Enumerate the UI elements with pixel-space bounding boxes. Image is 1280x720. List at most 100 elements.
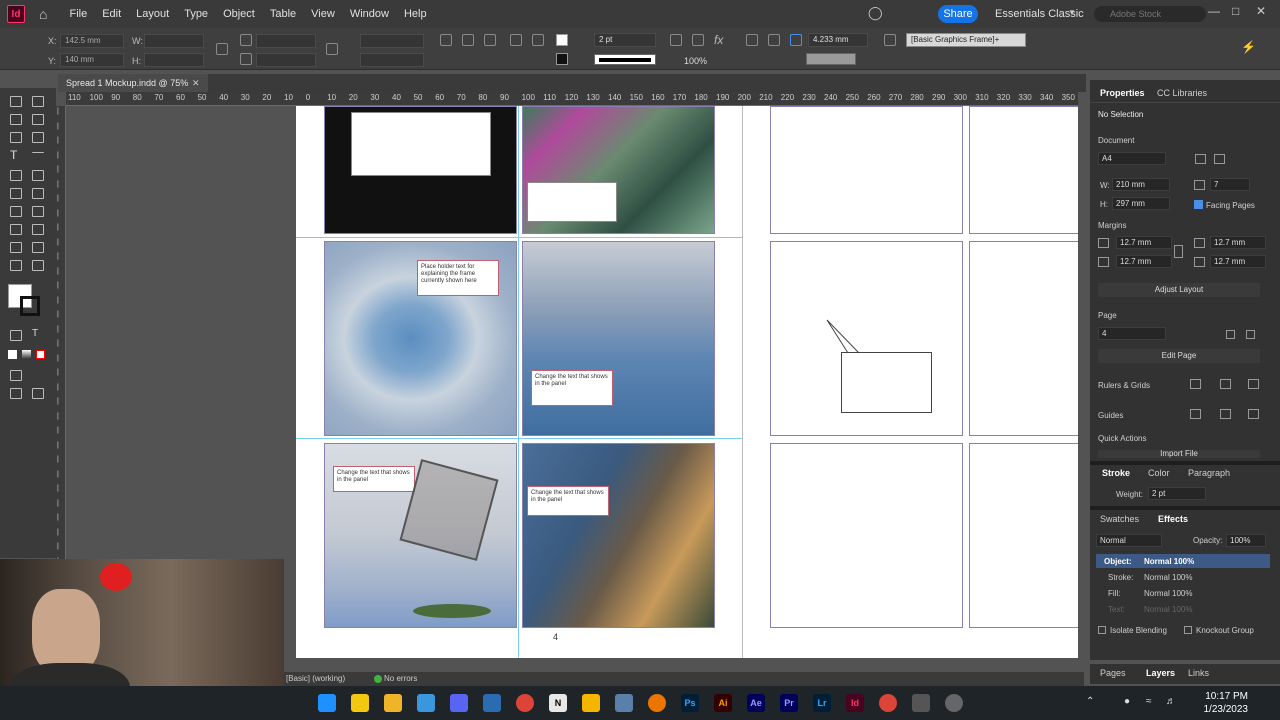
close-tab-icon[interactable]: ✕ — [192, 74, 200, 92]
fit-content-icon[interactable] — [692, 34, 704, 46]
opacity-percent[interactable]: 100% — [684, 56, 707, 66]
object-style-select[interactable]: [Basic Graphics Frame]+ — [906, 33, 1026, 47]
document-tab[interactable]: Spread 1 Mockup.indd @ 75% ✕ — [58, 74, 208, 92]
gradient-feather-tool-icon[interactable] — [32, 224, 44, 235]
panel-text-frame-4[interactable]: Change the text that shows in the panel — [527, 486, 609, 516]
tab-stroke[interactable]: Stroke — [1102, 468, 1130, 478]
h-field[interactable] — [144, 53, 204, 67]
placeholder-text-frame[interactable]: Place holder text for explaining the fra… — [417, 260, 499, 296]
page-left[interactable]: Place holder text for explaining the fra… — [296, 106, 743, 658]
scale-y-icon[interactable] — [240, 53, 252, 65]
blend-mode-select[interactable]: Normal — [1096, 534, 1162, 547]
ruler-icon[interactable] — [1190, 379, 1201, 389]
margin-right-field[interactable]: 12.7 mm — [1210, 255, 1266, 268]
image-frame-snow-pond[interactable]: Place holder text for explaining the fra… — [324, 241, 517, 436]
panel-text-frame-3[interactable]: Change the text that shows in the panel — [333, 466, 415, 492]
facing-pages-checkbox[interactable] — [1194, 200, 1203, 209]
scale-y-field[interactable] — [256, 53, 316, 67]
apply-color-icon[interactable] — [8, 350, 17, 359]
adjust-layout-button[interactable]: Adjust Layout — [1098, 283, 1260, 297]
apply-none-icon[interactable] — [36, 350, 45, 359]
menu-window[interactable]: Window — [350, 8, 389, 20]
tab-paragraph[interactable]: Paragraph — [1188, 468, 1230, 478]
horizontal-ruler[interactable]: 110 100 90 80 70 60 50 40 30 20 10 0 10 20 30 40 50 60 70 8… — [66, 92, 1078, 106]
content-collector-icon[interactable] — [10, 132, 22, 143]
fit-frame-icon[interactable] — [670, 34, 682, 46]
page-select[interactable]: 4 — [1098, 327, 1166, 340]
preview-mode-icon[interactable] — [10, 388, 22, 399]
photoshop-icon[interactable]: Ps — [681, 694, 699, 712]
screen-mode-icon[interactable] — [10, 370, 22, 381]
lightning-icon[interactable]: ⚡ — [1241, 40, 1256, 54]
fill-swatch[interactable] — [556, 34, 568, 46]
gap-tool-icon[interactable] — [32, 114, 44, 125]
rotate-cw-icon[interactable] — [440, 34, 452, 46]
margin-left-field[interactable]: 12.7 mm — [1210, 236, 1266, 249]
stroke-weight-field[interactable]: 2 pt — [594, 33, 656, 47]
image-frame-interior[interactable]: Change the text that shows in the panel — [522, 443, 715, 628]
tab-properties[interactable]: Properties — [1100, 88, 1145, 98]
select-content-icon[interactable] — [532, 34, 544, 46]
isolate-blending-checkbox[interactable] — [1098, 626, 1106, 634]
speech-bubble[interactable] — [841, 352, 932, 413]
notion-icon[interactable]: N — [549, 694, 567, 712]
scale-x-icon[interactable] — [240, 34, 252, 46]
close-icon[interactable]: ✕ — [1256, 4, 1266, 18]
pen-tool-icon[interactable] — [10, 170, 22, 181]
zoom-tool-icon[interactable] — [32, 260, 44, 271]
empty-frame[interactable] — [770, 443, 963, 628]
caption-box[interactable] — [527, 182, 617, 222]
microphone-icon[interactable]: ● — [1124, 696, 1130, 707]
image-frame-geodesic[interactable]: Change the text that shows in the panel — [324, 443, 517, 628]
stroke-color-icon[interactable] — [20, 296, 40, 316]
portrait-icon[interactable] — [1195, 154, 1206, 164]
illustrator-icon[interactable]: Ai — [714, 694, 732, 712]
guide-horizontal[interactable] — [296, 438, 742, 439]
speaker-icon[interactable]: ♬ — [1166, 696, 1176, 707]
chrome-icon[interactable] — [879, 694, 897, 712]
hand-tool-icon[interactable] — [10, 260, 22, 271]
guide-vertical[interactable] — [518, 106, 519, 658]
tab-links[interactable]: Links — [1188, 668, 1209, 678]
rectangle-tool-icon[interactable] — [32, 188, 44, 199]
menu-edit[interactable]: Edit — [102, 8, 121, 20]
mail-icon[interactable] — [417, 694, 435, 712]
page-tool-icon[interactable] — [10, 114, 22, 125]
menu-type[interactable]: Type — [184, 8, 208, 20]
start-icon[interactable] — [318, 694, 336, 712]
page-right[interactable] — [743, 106, 1078, 658]
type-tool-icon[interactable]: T — [10, 148, 17, 162]
apply-gradient-icon[interactable] — [22, 350, 31, 359]
lightbulb-icon[interactable]: ◯ — [868, 5, 883, 21]
tab-effects[interactable]: Effects — [1158, 514, 1188, 524]
calculator-icon[interactable] — [483, 694, 501, 712]
menu-view[interactable]: View — [311, 8, 335, 20]
discord-icon[interactable] — [450, 694, 468, 712]
tab-pages[interactable]: Pages — [1100, 668, 1126, 678]
direct-selection-tool-icon[interactable] — [32, 96, 44, 107]
y-field[interactable]: 140 mm — [60, 53, 124, 67]
minimize-icon[interactable]: — — [1208, 4, 1220, 18]
tab-swatches[interactable]: Swatches — [1100, 514, 1139, 524]
empty-frame[interactable] — [770, 241, 963, 436]
knockout-group-checkbox[interactable] — [1184, 626, 1192, 634]
landscape-icon[interactable] — [1214, 154, 1225, 164]
empty-frame[interactable] — [969, 106, 1078, 234]
lightroom-icon[interactable]: Lr — [813, 694, 831, 712]
media-player-icon[interactable] — [945, 694, 963, 712]
baseline-grid-icon[interactable] — [1220, 379, 1231, 389]
rotate-field[interactable] — [360, 34, 424, 48]
wifi-icon[interactable]: ≈ — [1146, 696, 1152, 707]
free-transform-tool-icon[interactable] — [32, 206, 44, 217]
menu-table[interactable]: Table — [270, 8, 296, 20]
flip-horizontal-icon[interactable] — [484, 34, 496, 46]
constrain-proportions-icon[interactable] — [216, 43, 228, 55]
auto-fit-icon[interactable] — [790, 34, 802, 46]
note-tool-icon[interactable] — [10, 242, 22, 253]
chain-link-icon[interactable] — [1174, 245, 1183, 258]
stroke-type-selector[interactable] — [594, 54, 656, 65]
lock-guides-icon[interactable] — [1248, 409, 1259, 419]
document-grid-icon[interactable] — [1248, 379, 1259, 389]
panel-text-frame-2[interactable]: Change the text that shows in the panel — [531, 370, 613, 406]
tab-layers[interactable]: Layers — [1146, 668, 1175, 678]
